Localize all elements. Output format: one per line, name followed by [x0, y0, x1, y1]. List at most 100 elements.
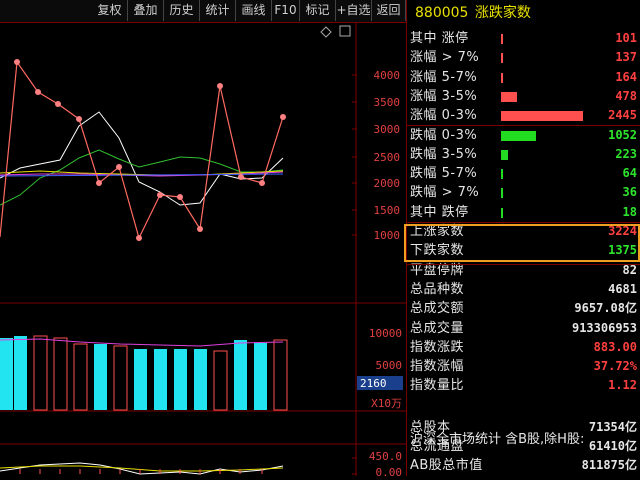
price-point	[96, 180, 102, 186]
toolbar-button-0[interactable]: 复权	[92, 0, 128, 21]
volume-bar	[273, 339, 288, 411]
ma5-line	[0, 111, 284, 206]
stat-label: 涨幅 > 7%	[410, 50, 480, 66]
stat-label: 跌幅 5-7%	[410, 166, 478, 182]
toolbar-button-8[interactable]: 返回	[372, 0, 406, 21]
toolbar-button-1[interactable]: 叠加	[128, 0, 164, 21]
volume-bar	[134, 349, 147, 410]
panel-title: 880005 涨跌家数	[407, 0, 640, 26]
stat-row: 总成交额 9657.08亿	[407, 299, 640, 318]
stat-row: 跌幅 5-7% 64	[407, 164, 640, 183]
stat-row: 涨幅 0-3% 2445	[407, 106, 640, 125]
index-name: 涨跌家数	[474, 5, 531, 21]
volume-bar	[73, 343, 88, 411]
price-point	[259, 180, 265, 186]
stat-row: 指数量比 1.12	[407, 376, 640, 395]
price-point	[35, 89, 41, 95]
stat-value: 164	[615, 69, 637, 84]
stat-row: 指数涨跌 883.00	[407, 338, 640, 357]
stat-bar	[501, 188, 503, 199]
volume-bar	[254, 343, 267, 410]
stat-bar	[501, 34, 503, 44]
volume-tick-label: 5000	[376, 359, 403, 372]
stat-label: 涨幅 0-3%	[410, 108, 478, 124]
stat-row: 指数涨幅 37.72%	[407, 357, 640, 376]
stat-row: 跌幅 0-3% 1052	[407, 126, 640, 145]
stat-label: 涨幅 5-7%	[410, 69, 478, 85]
summary-value: 811875亿	[581, 458, 637, 472]
stat-label: 其中 跌停	[410, 204, 469, 220]
toolbar-button-3[interactable]: 统计	[200, 0, 236, 21]
stat-value: 64	[622, 166, 637, 181]
volume-bar	[234, 340, 247, 410]
stat-value: 101	[615, 31, 637, 45]
price-point	[280, 114, 286, 120]
stat-label: 指数涨幅	[410, 359, 465, 375]
volume-bar	[53, 337, 68, 411]
price-point	[157, 192, 163, 198]
stat-value: 18	[622, 204, 637, 219]
window-square-icon[interactable]	[339, 25, 351, 37]
toolbar-button-4[interactable]: 画线	[236, 0, 272, 21]
toolbar-button-5[interactable]: F10	[272, 0, 300, 21]
stat-label: 总成交额	[410, 301, 465, 317]
summary-label: AB股总市值	[410, 458, 483, 473]
stat-row: 其中 跌停 18	[407, 203, 640, 222]
price-tick-label: 4000	[374, 69, 401, 82]
stat-row: 总品种数 4681	[407, 280, 640, 299]
price-point	[238, 174, 244, 180]
stat-label: 跌幅 > 7%	[410, 185, 480, 201]
highlight-box	[404, 224, 640, 262]
price-point	[177, 194, 183, 200]
stat-bar	[501, 207, 503, 218]
volume-unit-label: X10万	[371, 397, 402, 410]
stat-bar	[501, 169, 503, 180]
stat-label: 其中 涨停	[410, 31, 469, 46]
panel-divider	[407, 264, 640, 265]
chart-toolbar: 复权 叠加 历史 统计 画线 F10 标记 +自选 返回	[0, 0, 406, 23]
stat-label: 指数涨跌	[410, 339, 465, 355]
stat-label: 跌幅 0-3%	[410, 127, 478, 143]
stat-row: 其中 涨停 101	[407, 29, 640, 48]
volume-bar	[33, 335, 48, 411]
stat-value: 883.00	[593, 339, 637, 354]
stat-label: 跌幅 3-5%	[410, 146, 478, 162]
price-tick-label: 3000	[374, 123, 401, 136]
stat-bar	[501, 72, 503, 83]
indicator-line-2	[0, 465, 284, 472]
panel-divider	[407, 222, 640, 223]
toolbar-button-2[interactable]: 历史	[164, 0, 200, 21]
stat-value: 223	[615, 146, 637, 161]
chart-area[interactable]: 4000 3500 3000 2500 2000 1500 1000 10000 5000 21…	[0, 22, 406, 479]
toolbar-button-6[interactable]: 标记	[300, 0, 336, 21]
stat-value: 913306953	[571, 320, 637, 335]
price-tick-label: 2500	[374, 151, 401, 164]
diamond-icon[interactable]	[320, 26, 332, 38]
toolbar-button-7[interactable]: +自选	[336, 0, 372, 21]
stat-row: 跌幅 3-5% 223	[407, 145, 640, 164]
price-tick-label: 2000	[374, 177, 401, 190]
price-line	[0, 60, 284, 240]
volume-bar	[213, 350, 228, 411]
stat-value: 2445	[608, 108, 637, 123]
price-tick-label: 3500	[374, 96, 401, 109]
stat-bar	[501, 111, 583, 122]
summary-value: 61410亿	[588, 439, 637, 453]
market-summary-row: AB股总市值 811875亿	[407, 456, 640, 475]
price-point	[136, 235, 142, 241]
stat-bar	[501, 91, 517, 102]
indicator-line-1	[0, 462, 284, 475]
price-point	[116, 164, 122, 170]
price-point	[197, 226, 203, 232]
stat-bar	[501, 53, 503, 64]
price-tick-label: 1500	[374, 204, 401, 217]
stat-label: 总成交量	[410, 320, 465, 336]
price-point	[55, 101, 61, 107]
kline-chart[interactable]: 4000 3500 3000 2500 2000 1500 1000 10000 5000 21…	[0, 22, 406, 479]
stat-value: 9657.08亿	[574, 301, 637, 316]
stat-value: 137	[615, 50, 637, 65]
volume-bar	[174, 349, 187, 410]
volume-tick-label: 10000	[369, 327, 402, 340]
stat-value: 478	[615, 88, 637, 103]
price-point	[14, 59, 20, 65]
